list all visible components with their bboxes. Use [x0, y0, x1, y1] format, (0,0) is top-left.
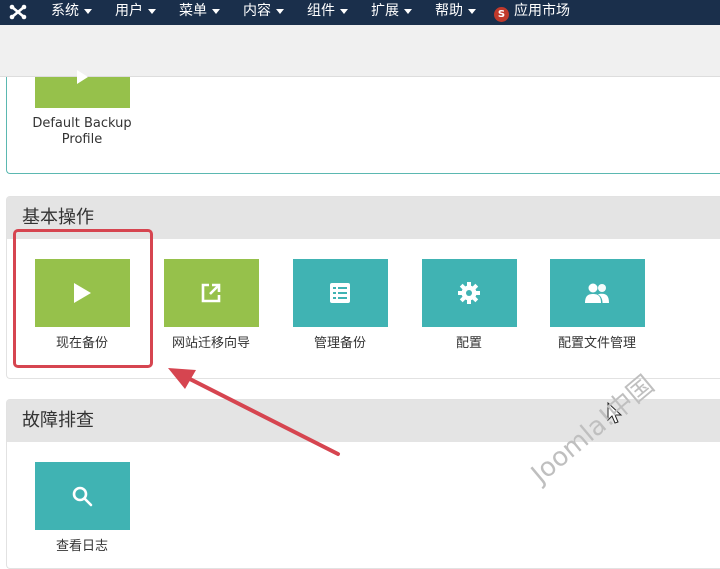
annotation-overlay: [168, 368, 623, 456]
annotation-arrow-icon: [168, 368, 340, 456]
